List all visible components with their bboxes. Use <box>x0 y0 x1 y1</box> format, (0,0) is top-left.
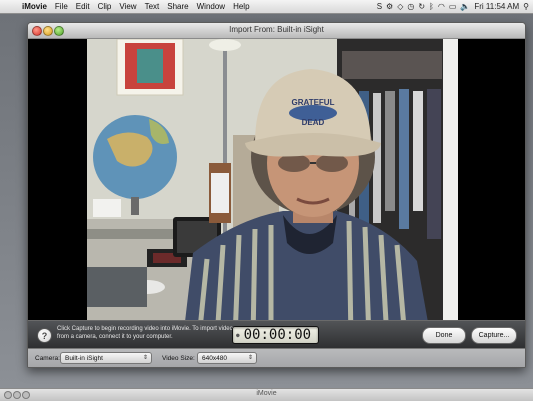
time-machine-icon[interactable]: ◷ <box>407 2 414 11</box>
menu-help[interactable]: Help <box>229 2 253 11</box>
capture-button[interactable]: Capture... <box>471 327 517 344</box>
timecode-value: 00:00:00 <box>243 327 312 343</box>
menu-clock[interactable]: Fri 11:54 AM <box>474 2 519 11</box>
menu-share[interactable]: Share <box>163 2 192 11</box>
capture-instructions: Click Capture to begin recording video i… <box>57 326 233 340</box>
window-title: Import From: Built-in iSight <box>229 25 324 34</box>
volume-icon[interactable]: 🔈 <box>460 2 470 11</box>
timecode-display: ● 00:00:00 <box>232 326 319 344</box>
camera-label: Camera: <box>35 355 60 362</box>
camera-select[interactable]: Built-in iSight ⇕ <box>60 352 152 364</box>
menu-app-imovie[interactable]: iMovie <box>18 2 51 11</box>
sync-icon[interactable]: ↻ <box>418 2 425 11</box>
imovie-window-title: iMovie <box>256 390 277 397</box>
bluetooth-icon[interactable]: ᛒ <box>429 2 434 11</box>
camera-preview: GRATEFUL DEAD <box>28 39 525 339</box>
menu-text[interactable]: Text <box>141 2 164 11</box>
gear-icon[interactable]: ⚙ <box>386 2 393 11</box>
record-indicator-icon: ● <box>236 331 240 339</box>
video-size-select[interactable]: 640x480 ⇕ <box>197 352 257 364</box>
camera-feed-image: GRATEFUL DEAD <box>87 39 458 339</box>
menu-clip[interactable]: Clip <box>94 2 116 11</box>
skype-icon[interactable]: S <box>377 2 382 11</box>
camera-frame: GRATEFUL DEAD <box>87 39 458 339</box>
import-window: Import From: Built-in iSight GRATEFUL DE… <box>27 22 526 368</box>
menu-edit[interactable]: Edit <box>72 2 94 11</box>
capture-settings-bar: Camera: Built-in iSight ⇕ Video Size: 64… <box>28 348 525 367</box>
dropbox-icon[interactable]: ◇ <box>397 2 403 11</box>
menu-view[interactable]: View <box>115 2 140 11</box>
video-size-select-value: 640x480 <box>202 354 227 362</box>
menu-file[interactable]: File <box>51 2 72 11</box>
battery-icon[interactable]: ▭ <box>449 2 457 11</box>
window-titlebar[interactable]: Import From: Built-in iSight <box>28 23 525 39</box>
imovie-main-window-titlebar[interactable]: iMovie <box>0 388 533 401</box>
capture-control-bar: ? Click Capture to begin recording video… <box>28 320 525 349</box>
wifi-icon[interactable]: ◠ <box>438 2 445 11</box>
select-arrows-icon: ⇕ <box>247 355 253 361</box>
spotlight-search-icon[interactable]: ⚲ <box>523 2 529 11</box>
cap-text-bottom: DEAD <box>302 118 325 127</box>
select-arrows-icon: ⇕ <box>142 355 148 361</box>
menu-bar: iMovie File Edit Clip View Text Share Wi… <box>0 0 533 14</box>
help-button[interactable]: ? <box>37 328 52 343</box>
cap-text-top: GRATEFUL <box>292 98 335 107</box>
video-size-label: Video Size: <box>162 355 195 362</box>
menu-window[interactable]: Window <box>193 2 229 11</box>
camera-select-value: Built-in iSight <box>65 354 103 362</box>
done-button[interactable]: Done <box>422 327 466 344</box>
